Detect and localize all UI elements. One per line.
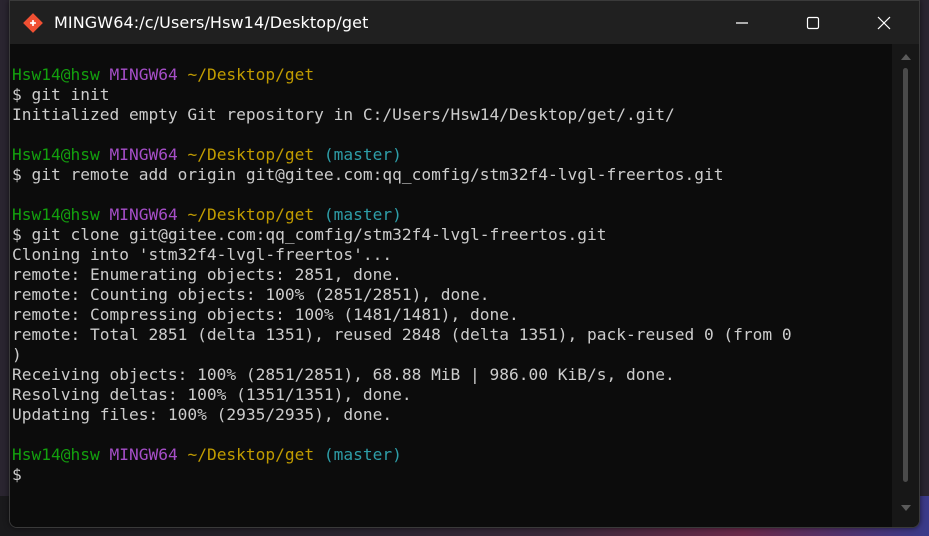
vertical-scrollbar[interactable] [892,44,919,527]
minimize-icon [735,21,748,24]
prompt-shell: MINGW64 [109,65,178,84]
scroll-down-icon[interactable] [901,505,911,511]
window-controls [706,1,919,44]
prompt-line: Hsw14@hsw MINGW64 ~/Desktop/get (master) [12,445,891,465]
prompt-branch: (master) [323,205,402,224]
terminal-output[interactable]: Hsw14@hsw MINGW64 ~/Desktop/get $ git in… [10,44,891,527]
prompt-shell: MINGW64 [109,205,178,224]
prompt-shell: MINGW64 [109,445,178,464]
prompt-user: Hsw14@hsw [12,445,100,464]
output-line: Initialized empty Git repository in C:/U… [12,105,675,124]
title-bar[interactable]: MINGW64:/c/Users/Hsw14/Desktop/get [10,1,919,44]
prompt-path: ~/Desktop/get [187,205,315,224]
prompt-user: Hsw14@hsw [12,205,100,224]
output-line: remote: Counting objects: 100% (2851/285… [12,285,490,304]
prompt-line: Hsw14@hsw MINGW64 ~/Desktop/get [12,65,891,85]
close-icon [877,16,890,29]
output-line: remote: Compressing objects: 100% (1481/… [12,305,519,324]
output-line: Resolving deltas: 100% (1351/1351), done… [12,385,412,404]
scroll-thumb[interactable] [903,68,908,482]
maximize-button[interactable] [777,1,848,44]
scroll-up-icon[interactable] [901,54,911,60]
prompt-path: ~/Desktop/get [187,145,315,164]
command-line[interactable]: $ [12,465,891,485]
git-bash-icon[interactable] [23,12,43,33]
prompt-branch: (master) [323,145,402,164]
prompt-line: Hsw14@hsw MINGW64 ~/Desktop/get (master) [12,205,891,225]
prompt-line: Hsw14@hsw MINGW64 ~/Desktop/get (master) [12,145,891,165]
prompt-user: Hsw14@hsw [12,145,100,164]
maximize-icon [806,16,819,29]
output-line: ) [12,345,22,364]
output-line: Cloning into 'stm32f4-lvgl-freertos'... [12,245,393,264]
terminal-window: MINGW64:/c/Users/Hsw14/Desktop/get Hsw14… [9,0,920,528]
command-line: $ git init [12,85,110,104]
prompt-path: ~/Desktop/get [187,445,315,464]
close-button[interactable] [848,1,919,44]
window-title: MINGW64:/c/Users/Hsw14/Desktop/get [54,13,369,32]
command-line: $ git remote add origin git@gitee.com:qq… [12,165,724,184]
output-line: Updating files: 100% (2935/2935), done. [12,405,393,424]
command-line: $ git clone git@gitee.com:qq_comfig/stm3… [12,225,607,244]
prompt-branch: (master) [323,445,402,464]
prompt-user: Hsw14@hsw [12,65,100,84]
output-line: Receiving objects: 100% (2851/2851), 68.… [12,365,675,384]
output-line: remote: Enumerating objects: 2851, done. [12,265,402,284]
minimize-button[interactable] [706,1,777,44]
prompt-path: ~/Desktop/get [187,65,315,84]
output-line: remote: Total 2851 (delta 1351), reused … [12,325,792,344]
prompt-shell: MINGW64 [109,145,178,164]
